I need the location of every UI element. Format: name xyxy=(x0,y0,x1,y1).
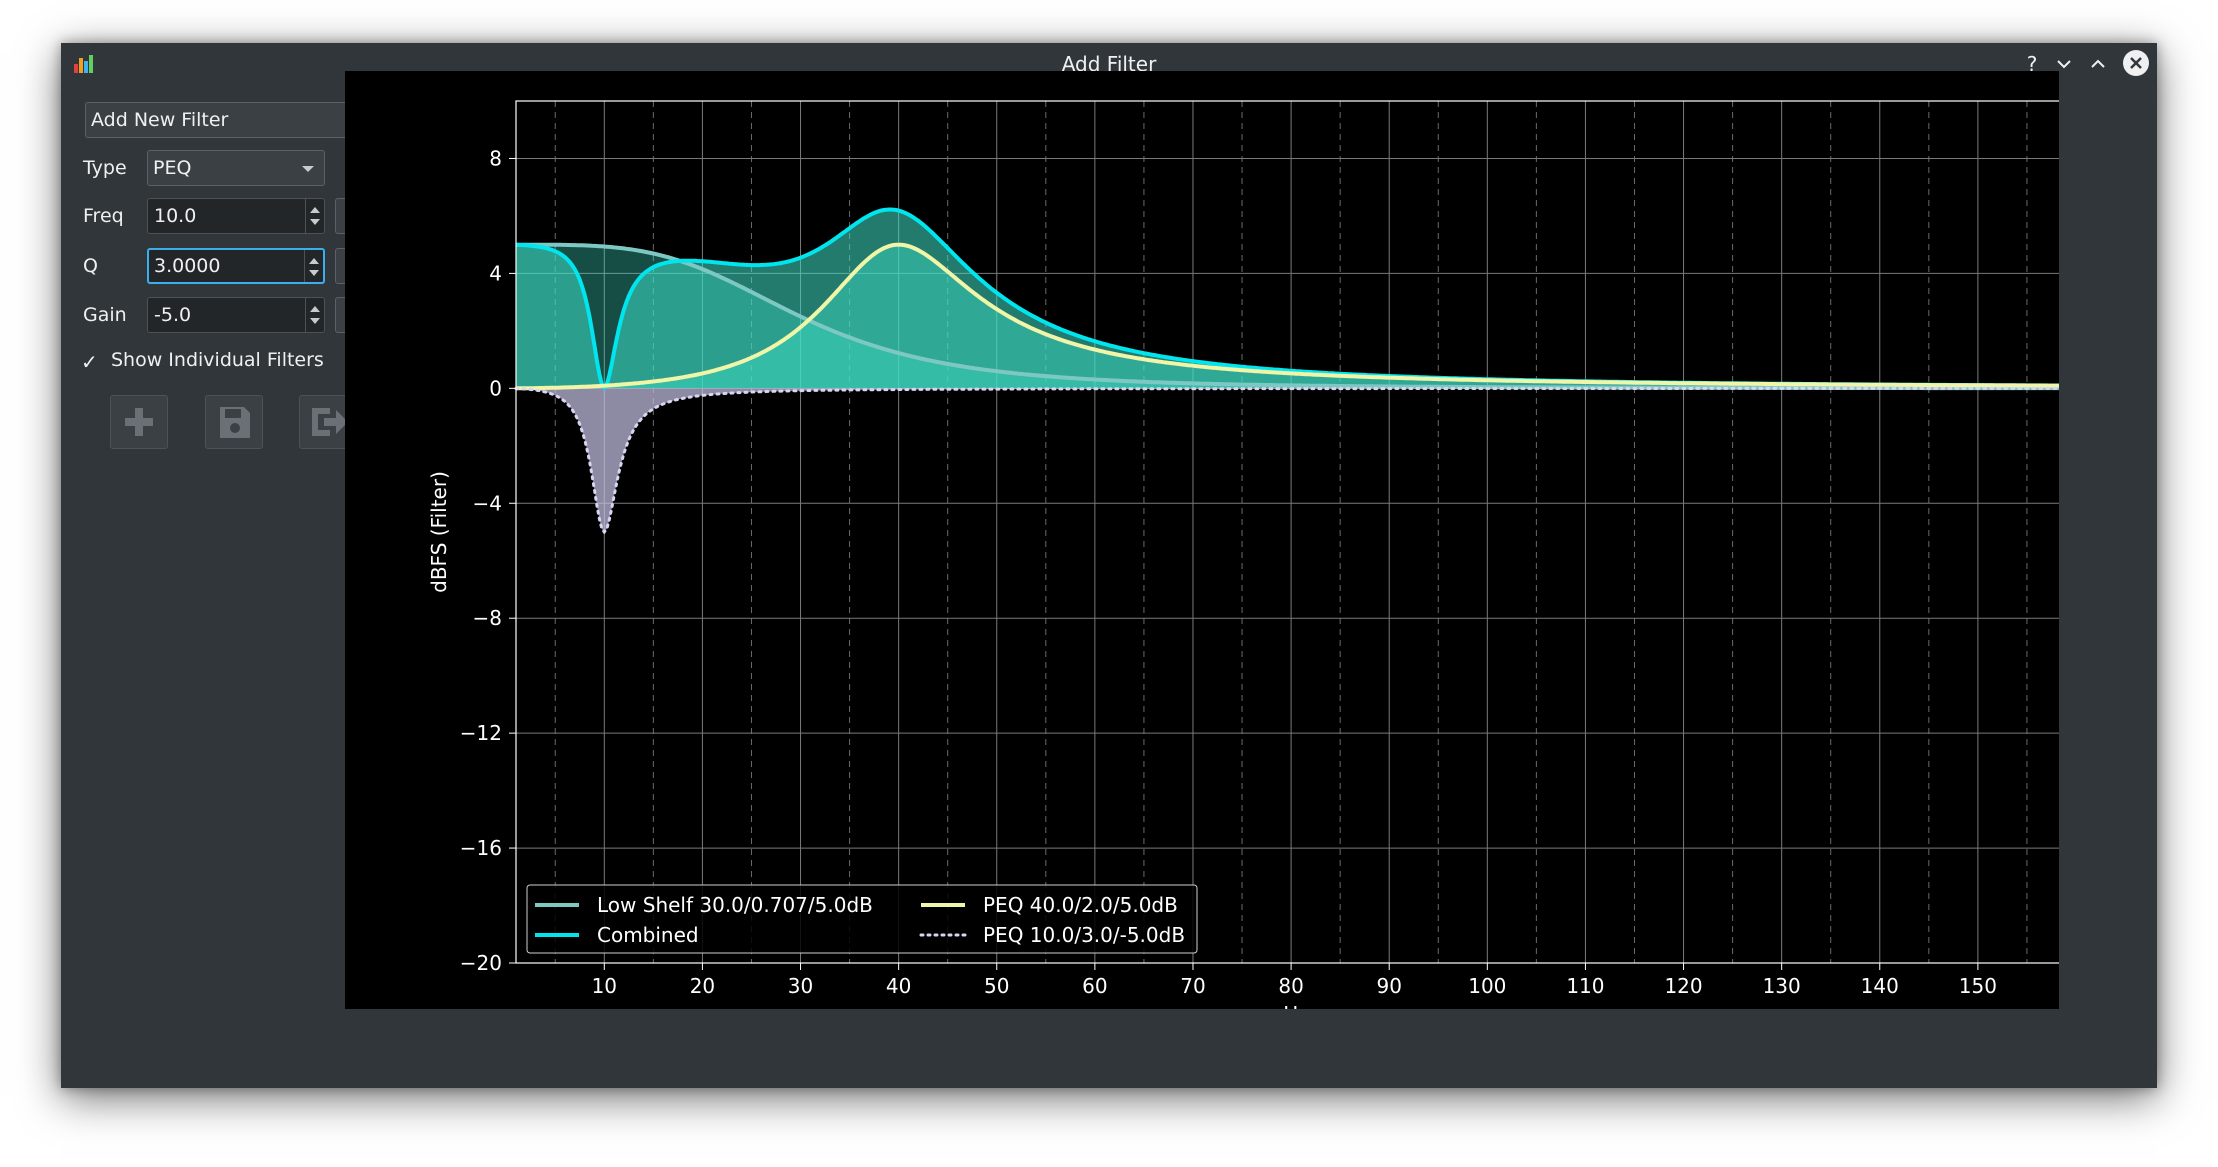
x-tick-label: 20 xyxy=(690,974,715,998)
x-tick-label: 60 xyxy=(1082,974,1107,998)
q-spinbox[interactable]: 3.0000 xyxy=(147,248,325,284)
save-button[interactable] xyxy=(205,395,263,449)
x-tick-label: 10 xyxy=(592,974,617,998)
checkmark-icon: ✓ xyxy=(81,350,98,374)
y-tick-label: −4 xyxy=(473,491,502,515)
close-button[interactable] xyxy=(2123,50,2149,76)
x-tick-label: 160 xyxy=(2057,974,2059,998)
spin-up-icon[interactable] xyxy=(309,258,319,264)
y-tick-label: −8 xyxy=(473,606,502,630)
x-tick-label: 70 xyxy=(1180,974,1205,998)
filter-select[interactable]: Add New Filter xyxy=(85,102,383,138)
plot-frame xyxy=(515,100,2059,964)
q-label: Q xyxy=(83,255,98,277)
y-tick-label: −12 xyxy=(460,721,502,745)
x-tick-label: 90 xyxy=(1376,974,1401,998)
y-tick-label: 8 xyxy=(489,146,502,170)
x-tick-label: 110 xyxy=(1566,974,1604,998)
x-tick-label: 100 xyxy=(1468,974,1506,998)
maximize-button[interactable] xyxy=(2085,51,2111,77)
add-filter-button[interactable] xyxy=(110,395,168,449)
close-icon xyxy=(2130,57,2142,69)
filter-select-value: Add New Filter xyxy=(91,109,229,131)
series-area xyxy=(516,388,2059,532)
series-line xyxy=(514,386,2059,535)
legend-label: PEQ 40.0/2.0/5.0dB xyxy=(983,893,1178,917)
freq-value: 10.0 xyxy=(154,205,197,227)
legend-label: PEQ 10.0/3.0/-5.0dB xyxy=(983,923,1185,947)
x-tick-label: 120 xyxy=(1664,974,1702,998)
save-icon xyxy=(220,407,250,438)
gain-label: Gain xyxy=(83,304,127,326)
gain-spinbox[interactable]: -5.0 xyxy=(147,297,325,333)
show-individual-filters-label: Show Individual Filters xyxy=(111,349,324,371)
legend-label: Low Shelf 30.0/0.707/5.0dB xyxy=(597,893,873,917)
x-tick-label: 50 xyxy=(984,974,1009,998)
spin-down-icon[interactable] xyxy=(310,219,320,225)
type-label: Type xyxy=(83,157,127,179)
x-tick-label: 30 xyxy=(788,974,813,998)
y-tick-label: 4 xyxy=(489,261,502,285)
q-value: 3.0000 xyxy=(154,255,221,277)
spin-down-icon[interactable] xyxy=(310,318,320,324)
x-tick-label: 80 xyxy=(1278,974,1303,998)
y-axis-label: dBFS (Filter) xyxy=(427,471,451,593)
freq-label: Freq xyxy=(83,205,124,227)
spin-up-icon[interactable] xyxy=(310,306,320,312)
x-tick-label: 130 xyxy=(1763,974,1801,998)
type-select-value: PEQ xyxy=(153,157,192,179)
type-select[interactable]: PEQ xyxy=(147,150,325,186)
x-tick-label: 150 xyxy=(1959,974,1997,998)
y-tick-label: −16 xyxy=(460,836,502,860)
x-tick-label: 40 xyxy=(886,974,911,998)
y-tick-label: −20 xyxy=(460,951,502,975)
chevron-up-icon xyxy=(2091,59,2105,68)
spin-down-icon[interactable] xyxy=(309,270,319,276)
y-tick-label: 0 xyxy=(489,376,502,400)
x-axis-label: Hz xyxy=(1283,1002,1309,1009)
chevron-down-icon xyxy=(302,166,314,172)
add-icon xyxy=(125,408,153,436)
gain-value: -5.0 xyxy=(154,304,192,326)
legend-label: Combined xyxy=(597,923,699,947)
freq-spinbox[interactable]: 10.0 xyxy=(147,198,325,234)
spin-up-icon[interactable] xyxy=(310,207,320,213)
frequency-response-chart: 1020304050607080901001101201301401501608… xyxy=(427,100,2059,1009)
x-tick-label: 140 xyxy=(1861,974,1899,998)
